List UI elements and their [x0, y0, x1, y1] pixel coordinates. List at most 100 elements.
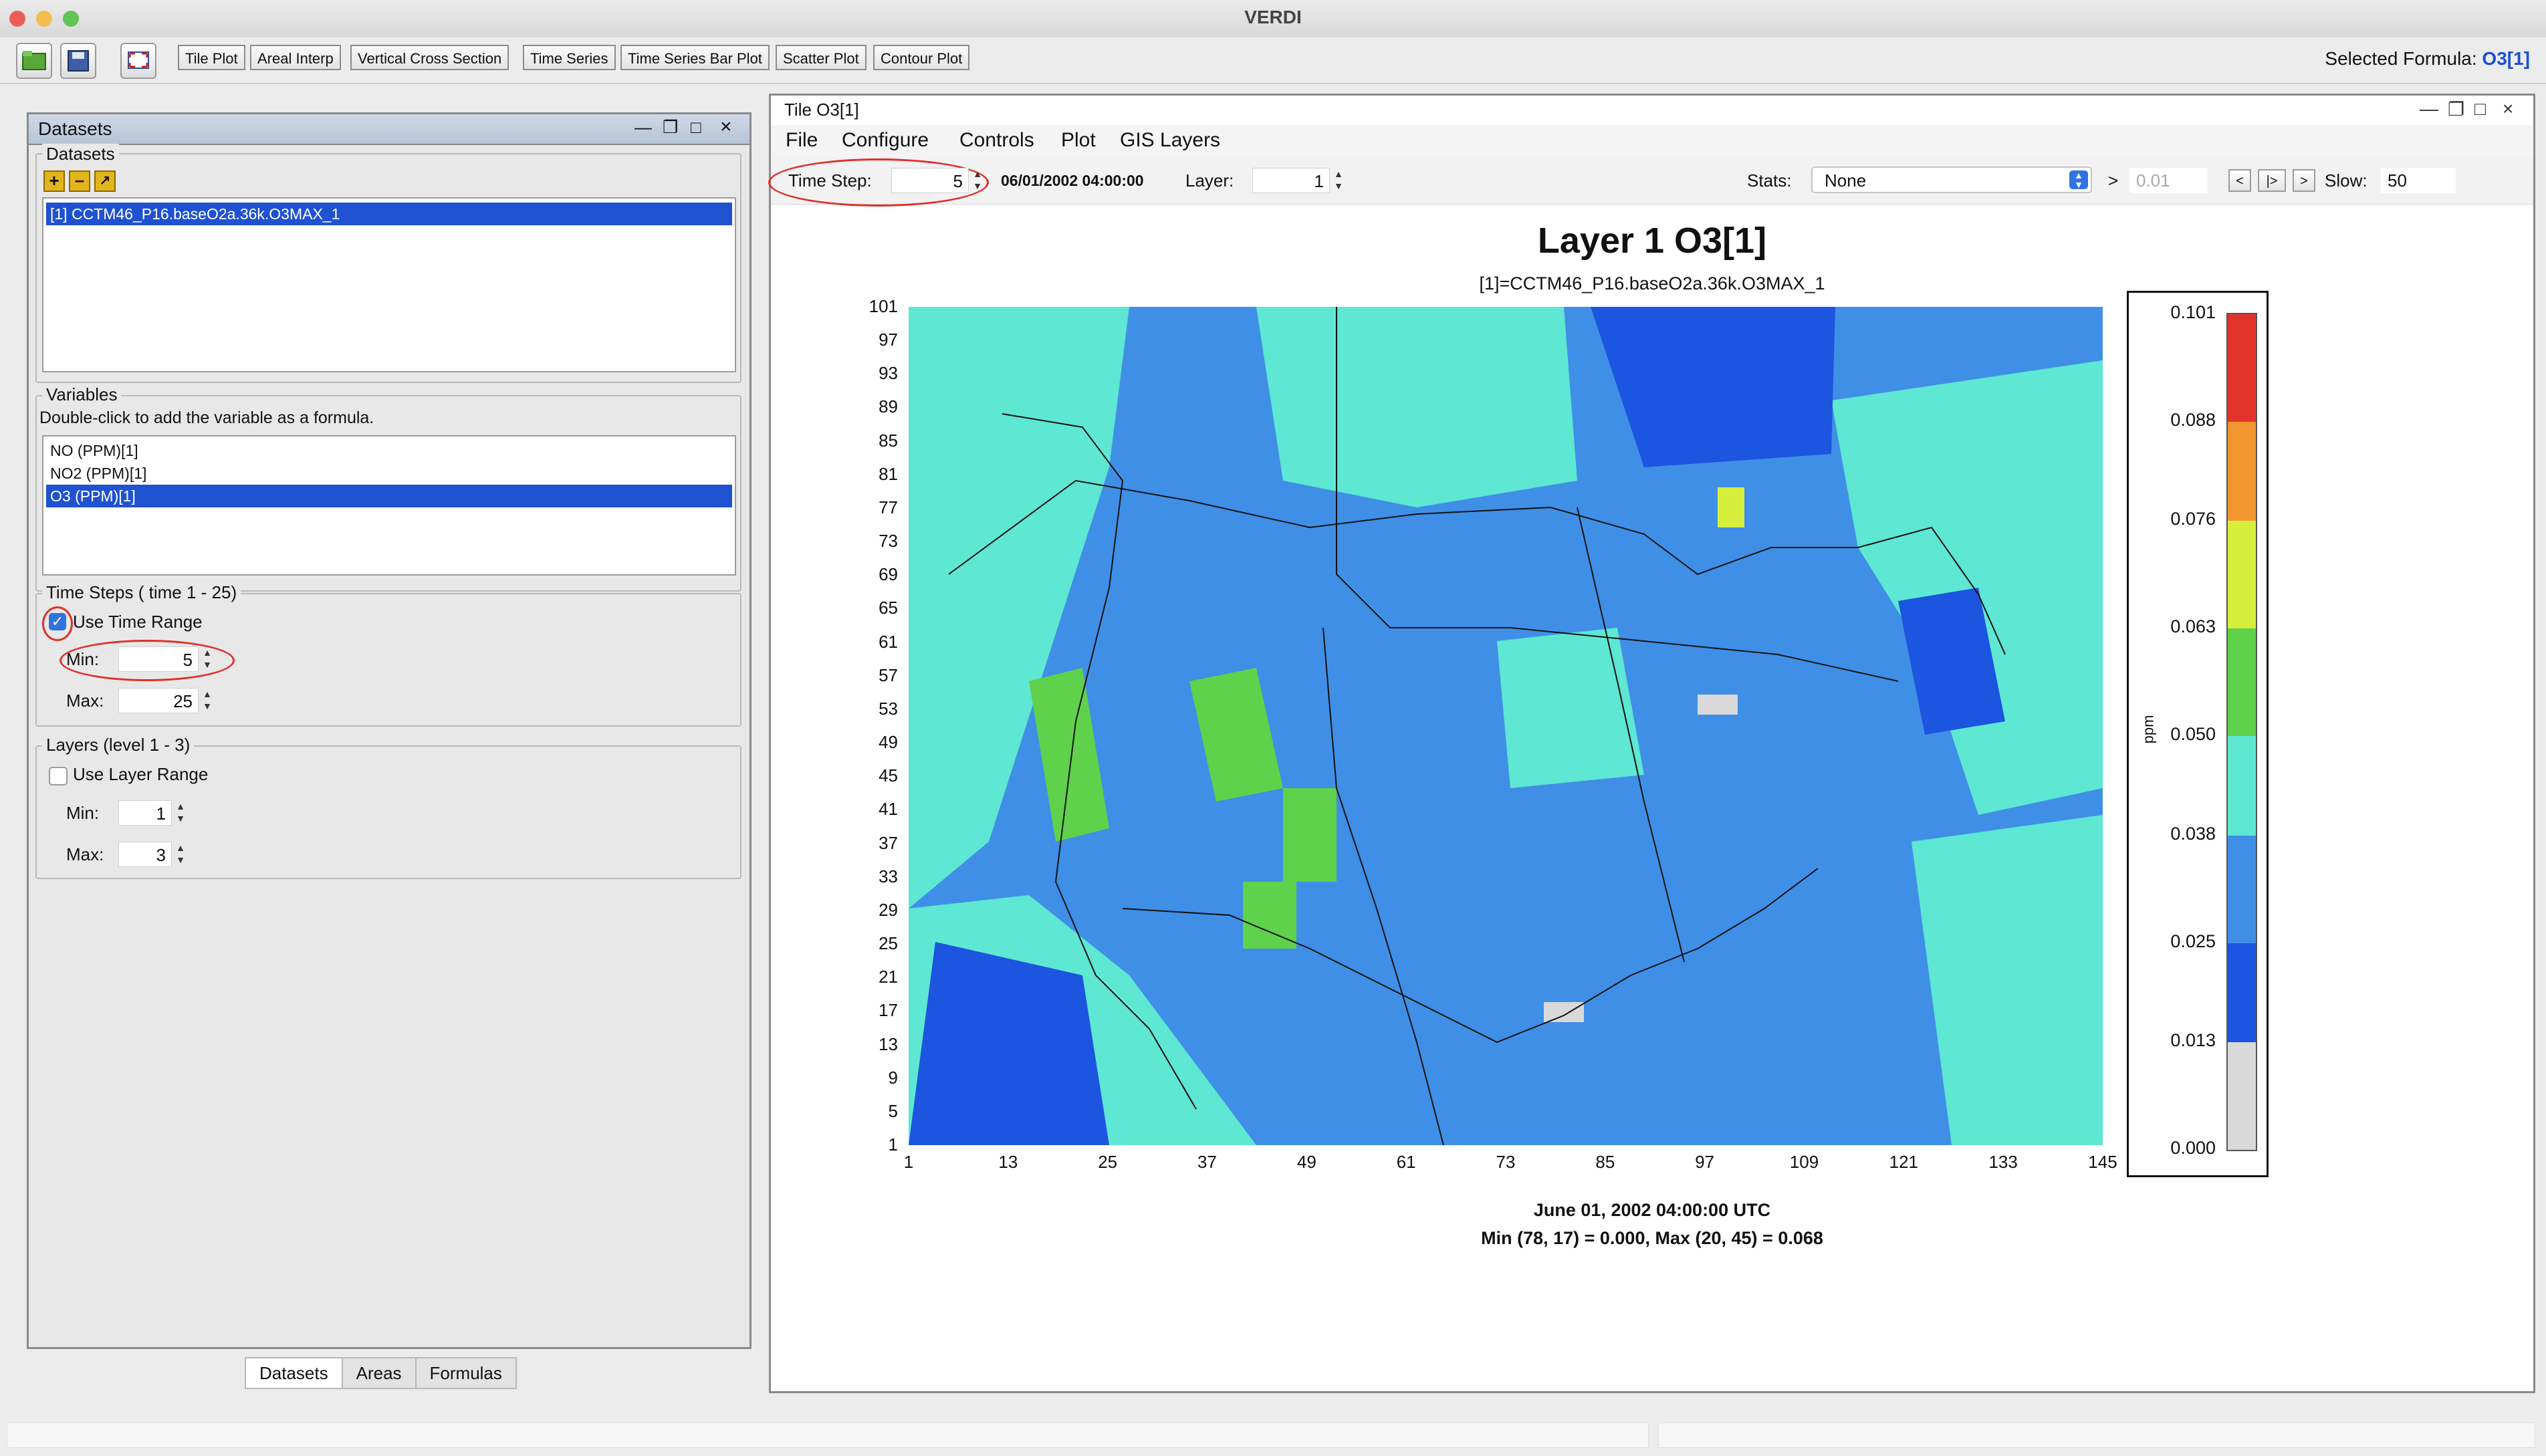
step-back-button[interactable]: < — [2228, 169, 2251, 192]
time-step-stepper[interactable]: ▲ ▼ — [970, 168, 985, 193]
stats-select[interactable]: None ▲ ▼ — [1811, 166, 2092, 193]
layer-label: Layer: — [1185, 170, 1234, 191]
legend-bin — [2228, 521, 2256, 629]
selected-formula-value[interactable]: O3[1] — [2482, 48, 2530, 69]
minimize-icon[interactable]: — — [634, 117, 652, 138]
contour-plot-button[interactable]: Contour Plot — [873, 45, 970, 70]
y-tick-label: 73 — [879, 531, 898, 552]
x-tick-label: 121 — [1889, 1152, 1919, 1172]
tile-window-title: Tile O3[1] — [784, 100, 859, 120]
plot-subtitle: [1]=CCTM46_P16.baseO2a.36k.O3MAX_1 — [1479, 273, 1825, 293]
tile-map[interactable] — [909, 307, 2103, 1146]
layer-max-stepper[interactable]: ▲ ▼ — [173, 842, 188, 867]
time-max-input[interactable]: 25 — [118, 688, 199, 713]
y-tick-label: 61 — [879, 631, 898, 652]
layer-stepper[interactable]: ▲ ▼ — [1331, 168, 1346, 193]
variable-item[interactable]: NO (PPM)[1] — [46, 439, 732, 462]
tile-menu-bar: File Configure Controls Plot GIS Layers — [771, 125, 2533, 158]
remove-dataset-icon[interactable]: – — [69, 170, 90, 192]
step-forward-button[interactable]: > — [2293, 169, 2315, 192]
dataset-item[interactable]: [1] CCTM46_P16.baseO2a.36k.O3MAX_1 — [46, 203, 732, 225]
variables-list[interactable]: NO (PPM)[1] NO2 (PPM)[1] O3 (PPM)[1] — [42, 435, 736, 576]
open-folder-icon[interactable] — [16, 43, 52, 79]
tile-plot-button[interactable]: Tile Plot — [178, 45, 245, 70]
time-steps-group-title: Time Steps ( time 1 - 25) — [42, 582, 241, 603]
tab-areas[interactable]: Areas — [341, 1357, 417, 1389]
maximize-icon[interactable]: □ — [691, 117, 701, 138]
legend-tick-label: 0.025 — [2170, 931, 2216, 951]
ozone-region — [1243, 882, 1296, 949]
legend-tick-label: 0.101 — [2170, 302, 2216, 322]
add-remote-dataset-icon[interactable]: ↗ — [94, 170, 116, 192]
legend-bin — [2228, 421, 2256, 521]
add-dataset-icon[interactable]: + — [43, 170, 65, 192]
fullscreen-icon[interactable] — [120, 43, 156, 79]
menu-plot[interactable]: Plot — [1061, 129, 1096, 152]
time-series-bar-plot-button[interactable]: Time Series Bar Plot — [620, 45, 770, 70]
maximize-icon[interactable]: □ — [2474, 98, 2486, 120]
datasets-list[interactable]: [1] CCTM46_P16.baseO2a.36k.O3MAX_1 — [42, 197, 736, 372]
variable-item[interactable]: O3 (PPM)[1] — [46, 485, 732, 507]
main-toolbar: Tile Plot Areal Interp Vertical Cross Se… — [0, 37, 2546, 84]
x-tick-label: 133 — [1988, 1152, 2018, 1172]
scatter-plot-button[interactable]: Scatter Plot — [776, 45, 866, 70]
threshold-input[interactable]: 0.01 — [2129, 168, 2207, 193]
layer-input[interactable]: 1 — [1252, 168, 1330, 193]
tile-plot-window: Tile O3[1] — ❐ □ × File Configure Contro… — [768, 94, 2535, 1393]
y-tick-label: 17 — [879, 1000, 898, 1021]
areal-interp-button[interactable]: Areal Interp — [250, 45, 341, 70]
plot-footer-stats: Min (78, 17) = 0.000, Max (20, 45) = 0.0… — [1481, 1228, 1823, 1248]
ozone-region — [1256, 307, 1577, 507]
y-tick-label: 25 — [879, 933, 898, 954]
ozone-region — [1718, 487, 1744, 527]
y-tick-label: 5 — [888, 1100, 898, 1121]
time-min-input[interactable]: 5 — [118, 646, 199, 672]
x-tick-label: 37 — [1197, 1152, 1217, 1172]
menu-file[interactable]: File — [786, 129, 818, 152]
tab-datasets[interactable]: Datasets — [245, 1357, 343, 1389]
minimize-icon[interactable]: — — [2420, 98, 2438, 120]
time-min-stepper[interactable]: ▲ ▼ — [200, 646, 215, 672]
stats-label: Stats: — [1747, 170, 1792, 191]
y-tick-label: 41 — [879, 799, 898, 820]
legend-tick-label: 0.013 — [2170, 1030, 2216, 1051]
use-layer-range-checkbox[interactable] — [49, 767, 68, 785]
variable-item[interactable]: NO2 (PPM)[1] — [46, 462, 732, 485]
legend-tick-label: 0.076 — [2170, 509, 2216, 529]
menu-gis-layers[interactable]: GIS Layers — [1120, 129, 1220, 152]
slow-input[interactable]: 50 — [2381, 168, 2456, 193]
menu-configure[interactable]: Configure — [842, 129, 929, 152]
play-button[interactable]: |> — [2258, 169, 2286, 192]
save-icon[interactable] — [60, 43, 96, 79]
use-time-range-checkbox[interactable]: ✓ — [49, 613, 66, 630]
x-tick-label: 145 — [2088, 1152, 2117, 1172]
y-tick-label: 97 — [879, 330, 898, 350]
legend-bin — [2228, 628, 2256, 737]
variables-hint: Double-click to add the variable as a fo… — [39, 408, 374, 427]
menu-controls[interactable]: Controls — [959, 129, 1034, 152]
tab-formulas[interactable]: Formulas — [415, 1357, 517, 1389]
restore-icon[interactable]: ❐ — [663, 117, 678, 138]
close-icon[interactable]: × — [720, 116, 732, 138]
layer-min-input[interactable]: 1 — [118, 800, 172, 826]
left-panel-tabs: Datasets Areas Formulas — [245, 1357, 517, 1389]
layer-min-stepper[interactable]: ▲ ▼ — [173, 800, 188, 826]
time-max-label: Max: — [66, 691, 104, 711]
y-tick-label: 81 — [879, 463, 898, 484]
ozone-region — [1698, 695, 1738, 715]
vertical-cross-section-button[interactable]: Vertical Cross Section — [350, 45, 509, 70]
y-tick-label: 29 — [879, 899, 898, 920]
y-axis: 101 97 93 89 85 81 77 73 69 65 61 57 53 49 45 41 37 33 29 2… — [858, 296, 905, 1155]
close-icon[interactable]: × — [2503, 98, 2513, 120]
y-tick-label: 93 — [879, 363, 898, 384]
y-tick-label: 77 — [879, 497, 898, 517]
restore-icon[interactable]: ❐ — [2448, 98, 2464, 120]
layer-max-input[interactable]: 3 — [118, 842, 172, 867]
time-series-button[interactable]: Time Series — [523, 45, 616, 70]
time-max-stepper[interactable]: ▲ ▼ — [200, 688, 215, 713]
time-step-input[interactable]: 5 — [891, 168, 969, 193]
x-axis: 1 13 25 37 49 61 73 85 97 109 121 133 145 — [904, 1152, 2117, 1179]
y-tick-label: 69 — [879, 564, 898, 585]
x-tick-label: 109 — [1789, 1152, 1819, 1172]
ozone-region — [1544, 1002, 1584, 1022]
